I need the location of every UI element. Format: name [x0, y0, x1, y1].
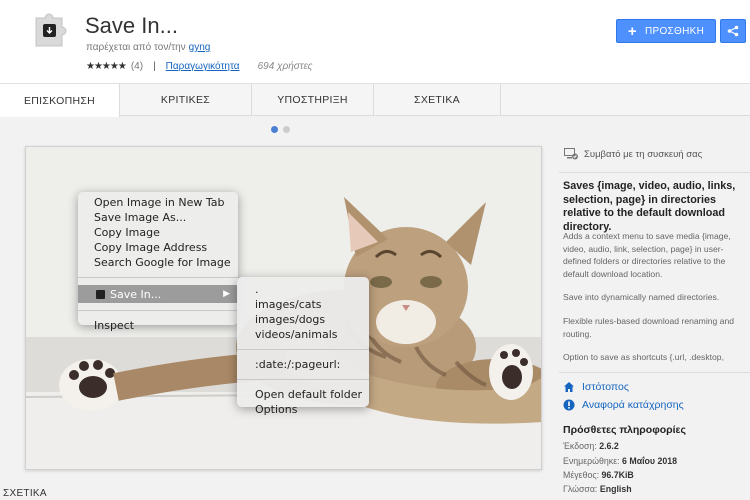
add-button-label: ΠΡΟΣΘΗΚΗ: [644, 25, 705, 37]
tab-overview[interactable]: ΕΠΙΣΚΟΠΗΣΗ: [0, 84, 120, 117]
author-link[interactable]: gyng: [189, 42, 211, 53]
submenu-item-pattern[interactable]: :date:/:pageurl:: [237, 357, 369, 372]
save-in-label: Save In...: [110, 287, 162, 301]
menu-item-copy-image-address[interactable]: Copy Image Address: [78, 240, 238, 255]
save-in-icon: [96, 289, 105, 299]
menu-item-copy-image[interactable]: Copy Image: [78, 225, 238, 240]
extension-summary: Saves {image, video, audio, links, selec…: [563, 180, 736, 233]
description-paragraph-3: Flexible rules-based download renaming a…: [563, 316, 735, 339]
rating-count[interactable]: (4): [131, 61, 143, 72]
tab-support[interactable]: ΥΠΟΣΤΗΡΙΞΗ: [252, 84, 374, 116]
menu-item-search-google[interactable]: Search Google for Image: [78, 255, 238, 270]
alert-icon: [563, 399, 575, 411]
updated-info: Ενημερώθηκε: 6 Μαΐου 2018: [563, 456, 678, 466]
website-label: Ιστότοπος: [582, 381, 629, 393]
puzzle-extension-icon: [32, 8, 74, 50]
offered-by: παρέχεται από τον/την gyng: [86, 42, 210, 53]
submenu-item-root[interactable]: .: [237, 282, 369, 297]
carousel-dot-2[interactable]: [283, 126, 290, 133]
size-info: Μέγεθος: 96.7KiB: [563, 470, 634, 480]
device-compatible-icon: [564, 148, 578, 160]
home-icon: [564, 382, 574, 392]
category-link[interactable]: Παραγωγικότητα: [166, 61, 240, 72]
share-button[interactable]: [720, 19, 746, 43]
extension-screenshot[interactable]: Open Image in New Tab Save Image As... C…: [25, 146, 542, 470]
carousel-dots: [271, 126, 290, 133]
extension-header: Save In... παρέχεται από τον/την gyng ★★★…: [0, 0, 750, 84]
submenu-open-default-folder[interactable]: Open default folder: [237, 387, 369, 402]
submenu-arrow-icon: ▶: [223, 288, 230, 299]
sidebar-divider: [559, 172, 750, 173]
submenu-options[interactable]: Options: [237, 402, 369, 417]
tab-related[interactable]: ΣΧΕΤΙΚΑ: [374, 84, 501, 116]
description-paragraph-2: Save into dynamically named directories.: [563, 292, 720, 302]
description-paragraph-1: Adds a context menu to save media {image…: [563, 231, 731, 279]
menu-item-save-image-as[interactable]: Save Image As...: [78, 210, 238, 225]
compatibility-text: Συμβατό με τη συσκευή σας: [584, 148, 703, 160]
offered-by-label: παρέχεται από τον/την: [86, 42, 186, 53]
submenu-divider: [237, 349, 369, 350]
additional-info-title: Πρόσθετες πληροφορίες: [563, 424, 686, 436]
menu-item-open-image[interactable]: Open Image in New Tab: [78, 195, 238, 210]
submenu-item-dogs[interactable]: images/dogs: [237, 312, 369, 327]
report-abuse-label: Αναφορά κατάχρησης: [582, 399, 684, 411]
meta-divider: |: [153, 61, 156, 72]
related-section-heading: ΣΧΕΤΙΚΑ: [3, 488, 47, 499]
menu-divider: [78, 277, 238, 278]
rating-stars[interactable]: ★★★★★: [86, 61, 127, 72]
user-count: 694 χρήστες: [257, 61, 313, 72]
compatibility-note: Συμβατό με τη συσκευή σας: [564, 148, 702, 160]
share-icon: [727, 25, 739, 37]
menu-divider: [78, 310, 238, 311]
carousel-dot-1[interactable]: [271, 126, 278, 133]
website-link[interactable]: Ιστότοπος: [563, 381, 629, 393]
browser-context-menu: Open Image in New Tab Save Image As... C…: [78, 192, 238, 332]
meta-row: ★★★★★ (4) | Παραγωγικότητα 694 χρήστες: [86, 61, 313, 72]
submenu-divider: [237, 379, 369, 380]
report-abuse-link[interactable]: Αναφορά κατάχρησης: [563, 399, 684, 411]
plus-icon: +: [627, 22, 637, 40]
menu-item-save-in[interactable]: Save In... ▶: [78, 285, 238, 303]
tab-reviews[interactable]: ΚΡΙΤΙΚΕΣ: [120, 84, 252, 116]
submenu-item-animals[interactable]: videos/animals: [237, 327, 369, 342]
save-in-submenu: . images/cats images/dogs videos/animals…: [237, 277, 369, 416]
menu-item-inspect[interactable]: Inspect: [78, 318, 238, 333]
language-info: Γλώσσα: English: [563, 484, 632, 494]
extension-title: Save In...: [85, 13, 178, 38]
tab-bar: ΕΠΙΣΚΟΠΗΣΗ ΚΡΙΤΙΚΕΣ ΥΠΟΣΤΗΡΙΞΗ ΣΧΕΤΙΚΑ: [0, 84, 750, 117]
sidebar-divider: [559, 372, 750, 373]
version-info: Έκδοση: 2.6.2: [563, 441, 619, 451]
description-paragraph-4: Option to save as shortcuts {.url, .desk…: [563, 352, 724, 362]
submenu-item-cats[interactable]: images/cats: [237, 297, 369, 312]
add-to-chrome-button[interactable]: + ΠΡΟΣΘΗΚΗ: [616, 19, 716, 43]
